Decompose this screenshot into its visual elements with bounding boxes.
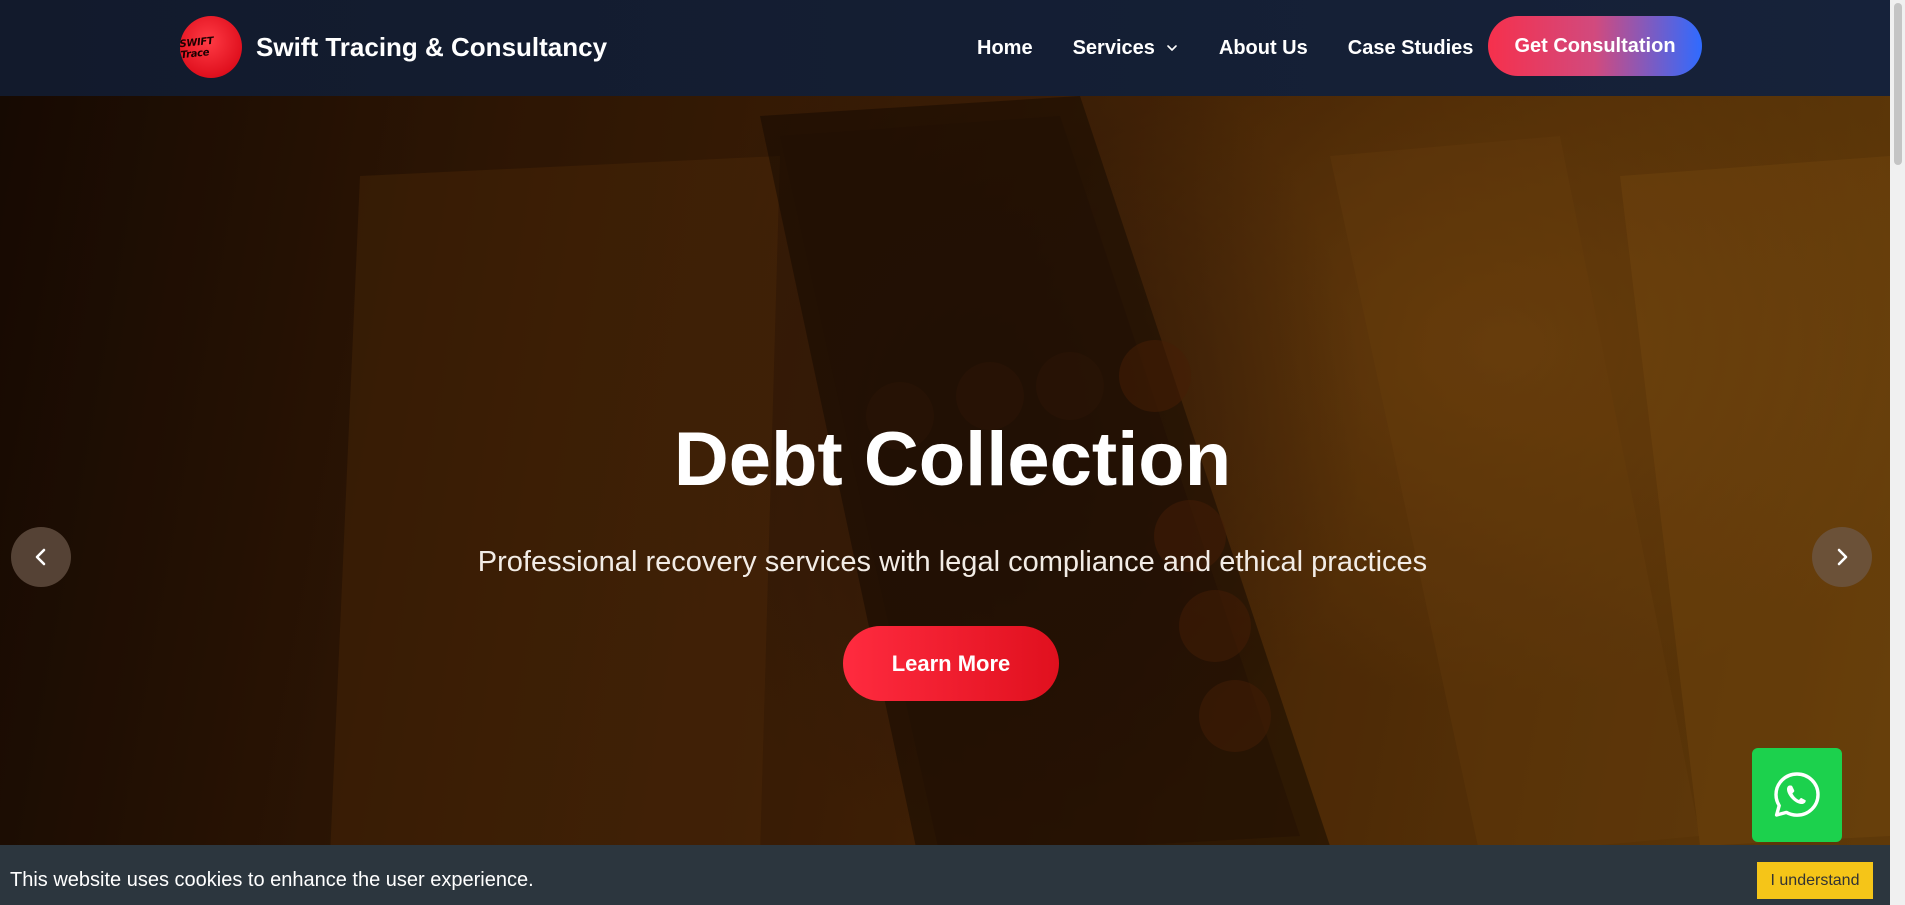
whatsapp-button[interactable] xyxy=(1752,748,1842,842)
nav-about-us[interactable]: About Us xyxy=(1219,37,1308,60)
learn-more-button[interactable]: Learn More xyxy=(843,626,1059,701)
chevron-right-icon xyxy=(1837,548,1848,566)
chevron-left-icon xyxy=(35,548,46,566)
hero-carousel: Debt Collection Professional recovery se… xyxy=(0,96,1890,846)
cookie-banner: This website uses cookies to enhance the… xyxy=(0,845,1890,905)
brand[interactable]: SWIFT Trace Swift Tracing & Consultancy xyxy=(180,16,607,78)
site-header: SWIFT Trace Swift Tracing & Consultancy … xyxy=(0,0,1905,96)
nav-home[interactable]: Home xyxy=(977,37,1033,60)
nav-services-label: Services xyxy=(1072,36,1155,59)
chevron-down-icon xyxy=(1167,45,1177,51)
logo-text: SWIFT Trace xyxy=(180,35,215,62)
scrollbar-thumb[interactable] xyxy=(1894,3,1902,165)
page-scrollbar[interactable] xyxy=(1890,0,1905,905)
hero-subtitle: Professional recovery services with lega… xyxy=(477,546,1428,578)
brand-name[interactable]: Swift Tracing & Consultancy xyxy=(256,32,607,63)
main-nav: Home Services About Us Case Studies xyxy=(977,0,1513,96)
nav-case-studies[interactable]: Case Studies xyxy=(1348,37,1474,60)
hero-title: Debt Collection xyxy=(673,417,1232,502)
carousel-prev-button[interactable] xyxy=(11,527,71,587)
nav-services[interactable]: Services xyxy=(1073,37,1179,60)
cookie-message: This website uses cookies to enhance the… xyxy=(10,869,534,891)
brand-logo[interactable]: SWIFT Trace xyxy=(180,16,242,78)
whatsapp-icon xyxy=(1774,772,1820,817)
carousel-next-button[interactable] xyxy=(1812,527,1872,587)
get-consultation-button[interactable]: Get Consultation xyxy=(1488,16,1702,76)
cookie-accept-button[interactable]: I understand xyxy=(1757,862,1873,899)
